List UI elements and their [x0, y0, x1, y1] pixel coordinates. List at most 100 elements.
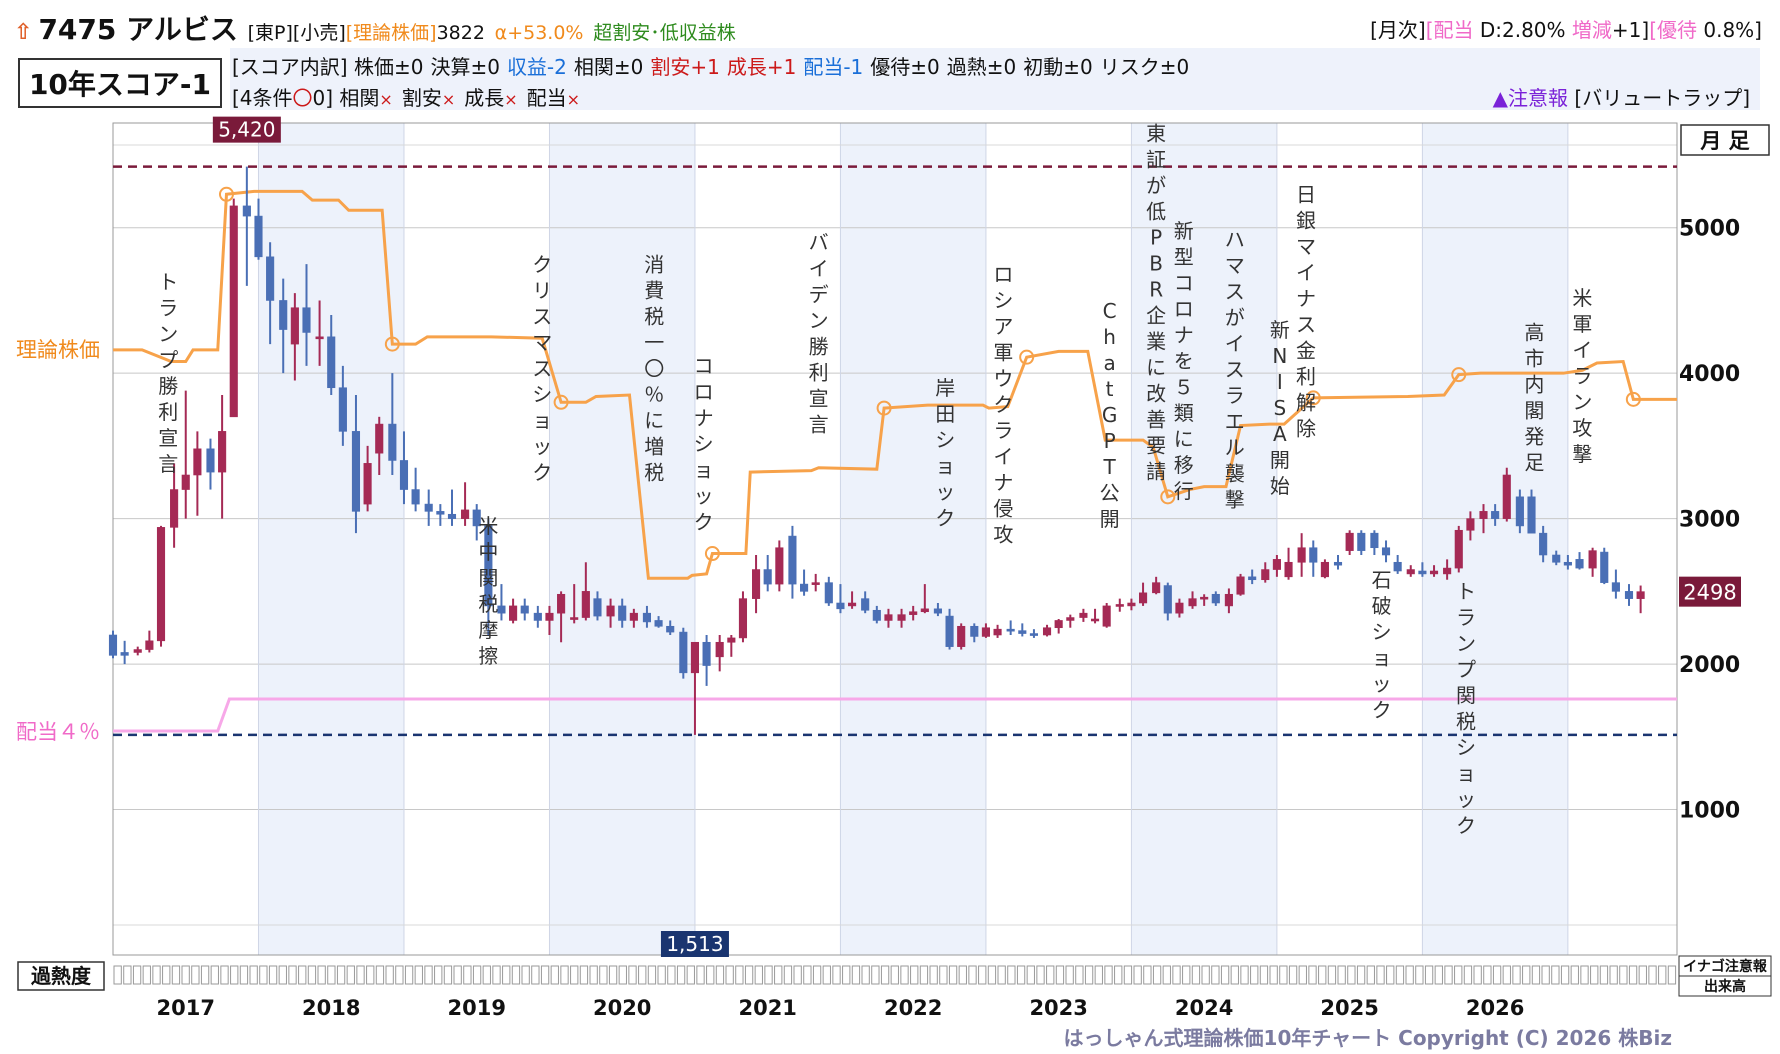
overheat-cell: [1405, 965, 1414, 985]
event-label-char: イ: [1296, 261, 1316, 285]
event-label-char: 内: [1524, 373, 1544, 397]
event-label-char: 言: [158, 452, 178, 476]
candle-body: [461, 509, 470, 519]
candle-body: [1357, 532, 1366, 551]
overheat-cell: [191, 965, 200, 985]
event-label-char: 税: [478, 592, 498, 616]
event-label-char: ョ: [935, 454, 955, 478]
event-label-char: 〇: [644, 356, 664, 380]
event-label: 消費税一〇％に増税: [644, 252, 664, 484]
event-label-char: 開: [1100, 507, 1120, 531]
overheat-cell: [414, 965, 423, 985]
overheat-cell: [1055, 965, 1065, 985]
candle-body: [266, 256, 275, 301]
event-label-char: 公: [1100, 481, 1120, 505]
candle-body: [375, 423, 384, 454]
event-label-char: 金: [1296, 339, 1316, 363]
overheat-cell: [152, 965, 161, 985]
event-label-char: ロ: [993, 263, 1013, 287]
candle-body: [1163, 585, 1172, 614]
event-label-char: イ: [809, 257, 829, 281]
overheat-cell: [871, 965, 880, 985]
overheat-cell: [764, 965, 773, 985]
x-tick-label: 2024: [1175, 996, 1233, 1020]
event-label-char: バ: [809, 231, 829, 255]
overheat-cell: [1152, 965, 1162, 985]
overheat-cell: [249, 965, 258, 985]
overheat-cell: [1444, 965, 1453, 985]
overheat-cell: [1658, 965, 1667, 985]
event-label-char: 業: [1146, 329, 1166, 353]
event-label-char: ク: [935, 506, 955, 530]
overheat-cell: [113, 965, 122, 985]
candle-body: [1029, 633, 1038, 636]
candle-body: [1333, 561, 1343, 566]
overheat-cell: [1036, 965, 1045, 985]
event-label-char: シ: [993, 289, 1013, 313]
event-label-char: 行: [1174, 479, 1194, 503]
candle-body: [1261, 569, 1270, 581]
event-label-char: 始: [1270, 474, 1290, 498]
overheat-cell: [1541, 965, 1550, 985]
event-label-char: 宣: [158, 426, 178, 450]
overheat-cell: [929, 965, 938, 985]
candle-body: [145, 640, 154, 650]
event-label: クリスマスショック: [532, 252, 552, 484]
candle-body: [254, 215, 263, 258]
overheat-cell: [1182, 965, 1191, 985]
overheat-cell: [1376, 965, 1385, 985]
overheat-cell: [132, 965, 142, 985]
overheat-cell: [579, 965, 589, 985]
event-label-char: エ: [1225, 410, 1245, 434]
candle-body: [533, 612, 542, 621]
candle-body: [788, 535, 797, 585]
event-label-char: シ: [1456, 736, 1476, 760]
overheat-cell: [570, 965, 579, 985]
event-label-char: 類: [1174, 401, 1194, 425]
event-label-char: ト: [1456, 580, 1476, 604]
event-label-char: ン: [1572, 390, 1592, 414]
candle-body: [593, 598, 602, 617]
event-label-char: ラ: [1572, 364, 1592, 388]
candle-body: [1636, 591, 1645, 599]
overheat-cell: [1648, 965, 1657, 985]
candle: [775, 540, 784, 592]
event-label-char: 解: [1296, 391, 1316, 415]
event-label-char: R: [1149, 277, 1163, 301]
overheat-cell: [1065, 965, 1074, 985]
overheat-cell: [647, 965, 657, 985]
candle-body: [836, 602, 845, 610]
x-tick-label: 2022: [884, 996, 942, 1020]
candle-body: [1624, 591, 1634, 599]
event-label-char: 撃: [1572, 442, 1592, 466]
overheat-cell: [1026, 965, 1035, 985]
overheat-cell: [803, 965, 812, 985]
candle-body: [1309, 547, 1318, 563]
event-label-char: ウ: [993, 367, 1013, 391]
event-label-char: 米: [1572, 286, 1592, 310]
overheat-cell: [1318, 965, 1327, 985]
candle-body: [242, 205, 251, 217]
overheat-cell: [589, 965, 598, 985]
overheat-cell: [783, 965, 793, 985]
candle-body: [666, 625, 675, 633]
overheat-cell: [890, 965, 899, 985]
overheat-cell: [1483, 965, 1492, 985]
candle-body: [824, 582, 833, 604]
overheat-cell: [1259, 965, 1269, 985]
event-label-char: ョ: [532, 408, 552, 432]
event-label-char: 除: [1296, 417, 1316, 441]
overheat-cell: [1415, 965, 1424, 985]
candle-body: [945, 615, 954, 647]
overheat-cell: [346, 965, 355, 985]
overheat-cell: [987, 965, 997, 985]
overheat-cell: [1580, 965, 1589, 985]
candle-body: [1090, 618, 1100, 622]
candle-body: [133, 649, 142, 653]
event-label-char: 高: [1524, 321, 1544, 345]
y-tick-label: 5000: [1679, 217, 1740, 242]
candle-body: [557, 593, 566, 614]
candle-body: [315, 336, 324, 340]
candle-body: [1539, 532, 1548, 556]
candle-body: [738, 598, 748, 639]
